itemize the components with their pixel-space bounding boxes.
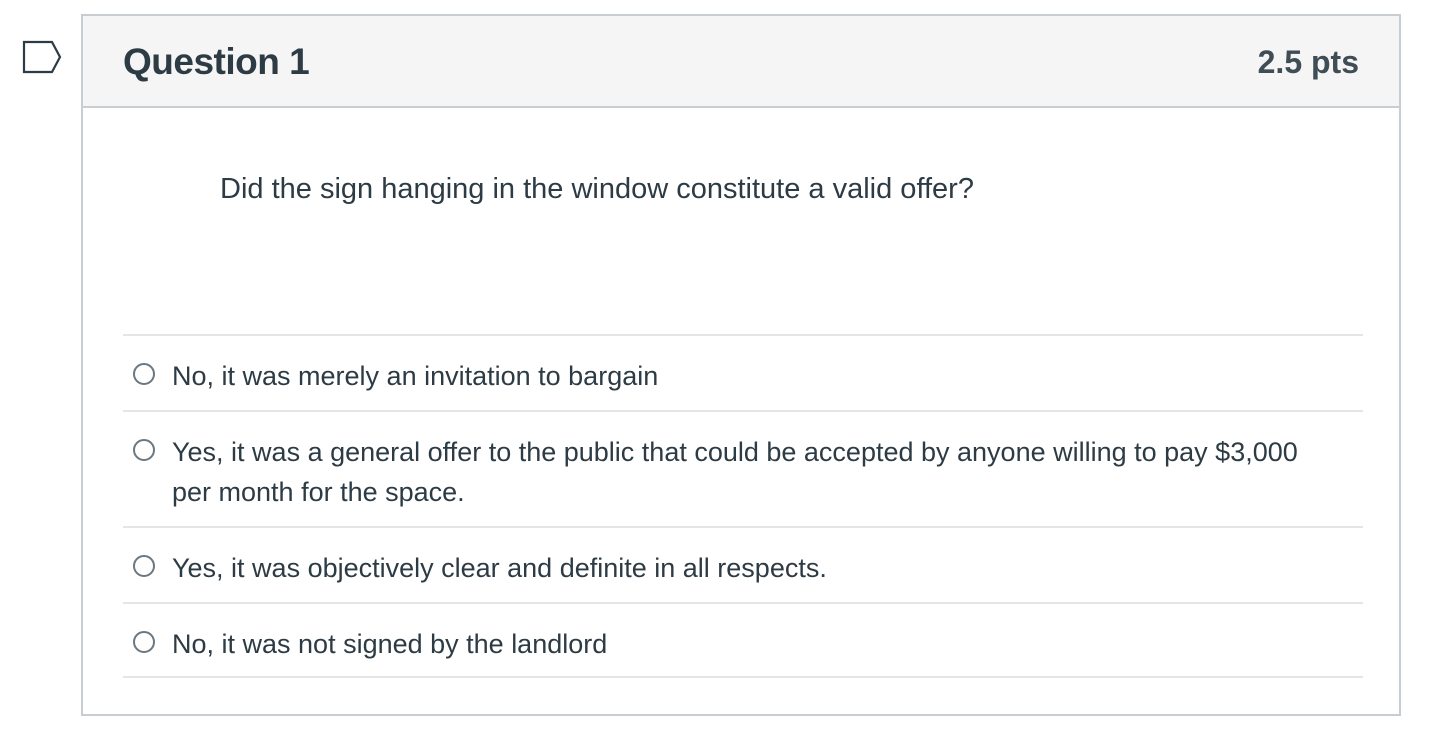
answer-label[interactable]: Yes, it was objectively clear and defini…	[172, 548, 1332, 588]
answer-option-3[interactable]: Yes, it was objectively clear and defini…	[123, 526, 1363, 602]
answer-label[interactable]: No, it was merely an invitation to barga…	[172, 356, 1332, 396]
answer-option-1[interactable]: No, it was merely an invitation to barga…	[123, 334, 1363, 410]
radio-button[interactable]	[133, 631, 155, 653]
answer-option-4[interactable]: No, it was not signed by the landlord	[123, 602, 1363, 678]
question-header: Question 1 2.5 pts	[83, 16, 1399, 108]
answer-option-2[interactable]: Yes, it was a general offer to the publi…	[123, 410, 1363, 526]
answer-label[interactable]: No, it was not signed by the landlord	[172, 624, 1332, 664]
question-card: Question 1 2.5 pts Did the sign hanging …	[81, 14, 1401, 716]
radio-button[interactable]	[133, 439, 155, 461]
radio-button[interactable]	[133, 555, 155, 577]
answer-list: No, it was merely an invitation to barga…	[123, 334, 1363, 678]
answer-label[interactable]: Yes, it was a general offer to the publi…	[172, 432, 1332, 512]
question-title: Question 1	[123, 41, 310, 82]
radio-button[interactable]	[133, 363, 155, 385]
flag-question-icon[interactable]	[22, 40, 64, 74]
question-points: 2.5 pts	[1257, 44, 1359, 80]
question-text: Did the sign hanging in the window const…	[220, 173, 974, 205]
